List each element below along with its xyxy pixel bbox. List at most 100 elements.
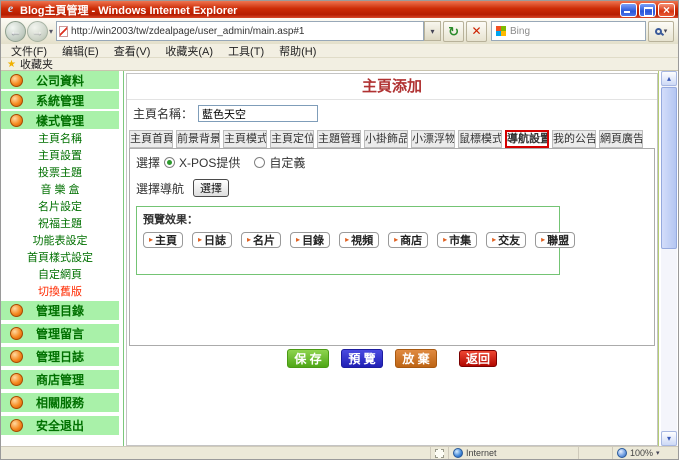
home-name-input[interactable] — [198, 105, 318, 122]
page-title: 主頁添加 — [127, 74, 657, 100]
sidebar-subitem-music-box[interactable]: 音 樂 盒 — [1, 182, 119, 199]
stop-button[interactable]: ✕ — [466, 21, 487, 42]
navpill-home[interactable]: ▸主頁 — [143, 232, 183, 248]
main-content: 主頁添加 主頁名稱： 主頁首頁 前景背景 主頁模式 主頁定位 主題管理 小掛飾品… — [126, 73, 658, 446]
status-blank-pane — [578, 447, 612, 459]
discard-button[interactable]: 放 棄 — [395, 349, 437, 368]
internet-zone-icon — [453, 448, 463, 458]
bullet-arrow-icon: ▸ — [198, 236, 202, 244]
sidebar-item-related-services[interactable]: 相關服務 — [1, 393, 119, 412]
tab-web-ads[interactable]: 網頁廣告 — [599, 130, 643, 148]
minimize-button[interactable] — [620, 3, 637, 17]
sidebar-subitem-bless-theme[interactable]: 祝福主題 — [1, 216, 119, 233]
tab-strip: 主頁首頁 前景背景 主頁模式 主頁定位 主題管理 小掛飾品 小漂浮物 鼠標模式 … — [127, 127, 657, 148]
address-bar[interactable]: http://win2003/tw/zdealpage/user_admin/m… — [56, 21, 424, 41]
protected-mode-icon — [435, 449, 444, 458]
tab-home-position[interactable]: 主頁定位 — [270, 130, 314, 148]
sidebar-subitem-custom-page[interactable]: 自定網頁 — [1, 267, 119, 284]
sidebar-item-safe-logout[interactable]: 安全退出 — [1, 416, 119, 435]
history-chevron-icon[interactable]: ▾ — [49, 27, 53, 36]
sidebar-item-manage-directory[interactable]: 管理目錄 — [1, 301, 119, 320]
tab-floating-items[interactable]: 小漂浮物 — [411, 130, 455, 148]
sidebar-item-manage-comments[interactable]: 管理留言 — [1, 324, 119, 343]
address-url[interactable]: http://win2003/tw/zdealpage/user_admin/m… — [71, 26, 421, 37]
scrollbar-thumb[interactable] — [661, 87, 677, 249]
preview-button[interactable]: 預 覽 — [341, 349, 383, 368]
sidebar-subitem-menu-setup[interactable]: 功能表設定 — [1, 233, 119, 250]
sidebar-subitem-homestyle-setup[interactable]: 首頁樣式設定 — [1, 250, 119, 267]
bing-logo-icon — [496, 26, 506, 36]
zoom-chevron-icon[interactable]: ▾ — [656, 449, 660, 457]
search-button[interactable]: ▾ — [648, 21, 674, 42]
bullet-arrow-icon: ▸ — [149, 236, 153, 244]
favorites-label[interactable]: 收藏夹 — [20, 56, 53, 72]
favorites-star-icon: ★ — [7, 59, 16, 70]
radio-custom[interactable] — [254, 157, 265, 168]
navpill-blog[interactable]: ▸日誌 — [192, 232, 232, 248]
swirl-icon — [10, 304, 23, 317]
sidebar-subitem-switch-old-version[interactable]: 切換舊版 — [1, 284, 119, 301]
tab-my-announcements[interactable]: 我的公告 — [552, 130, 596, 148]
select-button[interactable]: 選擇 — [193, 179, 229, 197]
radio-xpos-provided[interactable] — [164, 157, 175, 168]
swirl-icon — [10, 419, 23, 432]
choose-navigation-row: 選擇導航 選擇 — [136, 179, 648, 197]
close-button[interactable] — [658, 3, 675, 17]
menu-help[interactable]: 帮助(H) — [279, 43, 316, 59]
navpill-friends[interactable]: ▸交友 — [486, 232, 526, 248]
navpill-market[interactable]: ▸市集 — [437, 232, 477, 248]
menu-tools[interactable]: 工具(T) — [228, 43, 264, 59]
sidebar-item-shop-manage[interactable]: 商店管理 — [1, 370, 119, 389]
menu-view[interactable]: 查看(V) — [114, 43, 151, 59]
sidebar-item-company-info[interactable]: 公司資料 — [1, 71, 119, 89]
choose-navigation-label: 選擇導航 — [136, 180, 184, 197]
status-pane-icon — [430, 447, 448, 459]
vertical-scrollbar[interactable]: ▴ ▾ — [661, 71, 677, 446]
menu-edit[interactable]: 编辑(E) — [62, 43, 99, 59]
navpill-shop[interactable]: ▸商店 — [388, 232, 428, 248]
sidebar-subitem-vote-theme[interactable]: 投票主題 — [1, 165, 119, 182]
search-box[interactable]: Bing — [491, 21, 646, 41]
tab-small-ornaments[interactable]: 小掛飾品 — [364, 130, 408, 148]
zoom-pane[interactable]: 100% ▾ — [612, 447, 678, 459]
search-input[interactable]: Bing — [510, 26, 641, 37]
bullet-arrow-icon: ▸ — [296, 236, 300, 244]
sidebar-item-style-manage[interactable]: 樣式管理 — [1, 111, 119, 129]
tab-foreground-bg[interactable]: 前景背景 — [176, 130, 220, 148]
status-zone-label: Internet — [466, 448, 497, 458]
provider-choice-row: 選擇 X-POS提供 自定義 — [136, 155, 648, 170]
tab-navigation-settings[interactable]: 導航設置 — [505, 130, 549, 148]
tab-home-mode[interactable]: 主頁模式 — [223, 130, 267, 148]
status-bar: Internet 100% ▾ — [1, 446, 678, 459]
back-button[interactable] — [5, 21, 26, 42]
address-dropdown-button[interactable]: ▾ — [424, 21, 441, 41]
refresh-button[interactable]: ↻ — [443, 21, 464, 42]
save-button[interactable]: 保 存 — [287, 349, 329, 368]
tab-cursor-mode[interactable]: 鼠標模式 — [458, 130, 502, 148]
preview-label: 預覽效果： — [143, 211, 553, 227]
menu-bar: 文件(F) 编辑(E) 查看(V) 收藏夹(A) 工具(T) 帮助(H) — [1, 44, 678, 58]
sidebar-item-manage-blog[interactable]: 管理日誌 — [1, 347, 119, 366]
scroll-down-icon[interactable]: ▾ — [661, 431, 677, 446]
navpill-alliance[interactable]: ▸聯盟 — [535, 232, 575, 248]
tab-theme-manage[interactable]: 主題管理 — [317, 130, 361, 148]
scroll-up-icon[interactable]: ▴ — [661, 71, 677, 86]
restore-button[interactable] — [639, 3, 656, 17]
radio-xpos-label[interactable]: X-POS提供 — [179, 154, 240, 171]
sidebar-subitem-card-setup[interactable]: 名片設定 — [1, 199, 119, 216]
sidebar-subitem-home-setup[interactable]: 主頁設置 — [1, 148, 119, 165]
navpill-card[interactable]: ▸名片 — [241, 232, 281, 248]
action-buttons-row: 保 存 預 覽 放 棄 返回 — [127, 349, 657, 368]
menu-favorites[interactable]: 收藏夹(A) — [165, 43, 213, 59]
sidebar-subitem-home-name[interactable]: 主頁名稱 — [1, 131, 119, 148]
radio-custom-label[interactable]: 自定義 — [269, 154, 305, 171]
navpill-video[interactable]: ▸視頻 — [339, 232, 379, 248]
tab-home-front[interactable]: 主頁首頁 — [129, 130, 173, 148]
favorites-bar: ★ 收藏夹 — [1, 58, 678, 71]
forward-button[interactable] — [27, 21, 48, 42]
bullet-arrow-icon: ▸ — [247, 236, 251, 244]
navpill-directory[interactable]: ▸目錄 — [290, 232, 330, 248]
return-button[interactable]: 返回 — [459, 350, 497, 367]
zoom-icon — [617, 448, 627, 458]
sidebar-item-system-manage[interactable]: 系統管理 — [1, 91, 119, 109]
